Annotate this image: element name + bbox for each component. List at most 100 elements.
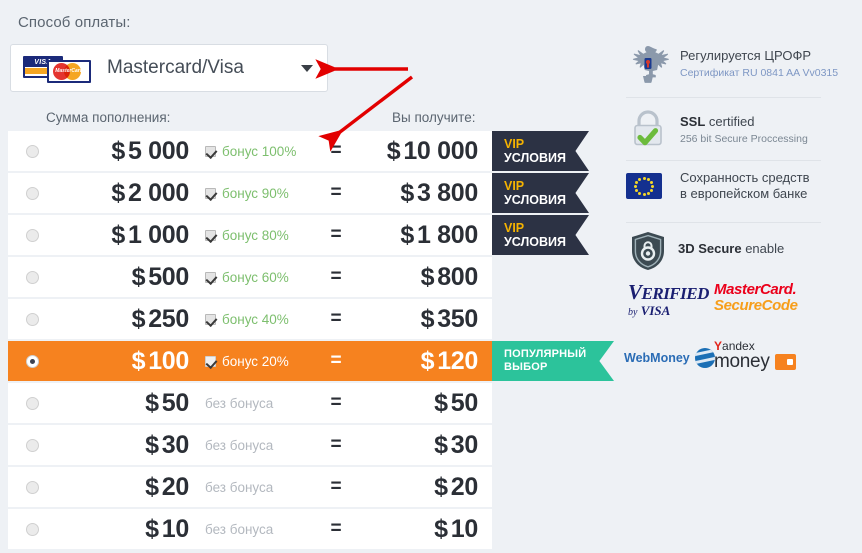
bonus-cell[interactable]: без бонуса	[191, 480, 316, 495]
trust-ssl-subtitle: 256 bit Secure Proccessing	[680, 133, 808, 145]
amount-radio-button[interactable]	[25, 270, 39, 284]
amount-row[interactable]: $10 без бонуса = $10	[8, 509, 492, 549]
total-received-value: 120	[437, 346, 478, 375]
radio-cell[interactable]	[8, 354, 56, 368]
equals-sign: =	[330, 392, 342, 413]
bonus-checkbox[interactable]	[205, 271, 216, 283]
bonus-cell[interactable]: бонус 60%	[191, 270, 316, 285]
total-received: $800	[356, 263, 492, 292]
amount-row[interactable]: $20 без бонуса = $20	[8, 467, 492, 507]
yandex-money-logo: Yandex money	[714, 340, 796, 372]
bonus-cell[interactable]: бонус 90%	[191, 186, 316, 201]
amount-row[interactable]: $1 000 бонус 80% = $1 800 VIP УСЛОВИЯ	[8, 215, 589, 255]
vbv-erified: ERIFIED	[641, 284, 710, 303]
amount-radio-button[interactable]	[25, 438, 39, 452]
deposit-amount-value: 5 000	[127, 136, 189, 165]
amount-radio-button[interactable]	[25, 228, 39, 242]
radio-cell[interactable]	[8, 312, 56, 326]
radio-cell[interactable]	[8, 270, 56, 284]
bonus-label: без бонуса	[205, 395, 274, 411]
radio-cell[interactable]	[8, 438, 56, 452]
radio-cell[interactable]	[8, 144, 56, 158]
radio-cell[interactable]	[8, 480, 56, 494]
bonus-checkbox[interactable]	[205, 313, 216, 325]
amount-row[interactable]: $500 бонус 60% = $800	[8, 257, 492, 297]
currency-symbol: $	[145, 514, 159, 543]
trust-item-regulator: Регулируется ЦРОФР Сертификат RU 0841 AA…	[626, 42, 838, 88]
radio-cell[interactable]	[8, 396, 56, 410]
amount-radio-button[interactable]	[25, 312, 39, 326]
card-brand-icons: VISA MasterCard	[21, 53, 93, 83]
amount-radio-button[interactable]	[25, 522, 39, 536]
currency-symbol: $	[386, 136, 401, 165]
amount-radio-button[interactable]	[25, 354, 39, 368]
total-received-value: 3 800	[416, 178, 478, 207]
badge-line-1: ПОПУЛЯРНЫЙ	[504, 348, 587, 360]
amount-row[interactable]: $30 без бонуса = $30	[8, 425, 492, 465]
total-received: $20	[356, 473, 492, 502]
badge-line-1: VIP	[504, 220, 525, 235]
amount-radio-button[interactable]	[25, 186, 39, 200]
total-received-value: 20	[450, 472, 479, 501]
equals-sign: =	[330, 182, 342, 203]
amount-row[interactable]: $2 000 бонус 90% = $3 800 VIP УСЛОВИЯ	[8, 173, 589, 213]
divider	[626, 222, 821, 223]
total-received-value: 10 000	[403, 136, 478, 165]
chevron-down-icon[interactable]	[301, 64, 313, 72]
wallet-icon	[774, 353, 796, 370]
deposit-amount-value: 10	[161, 514, 190, 543]
badge-line-2: УСЛОВИЯ	[504, 192, 566, 207]
mastercard-icon: MasterCard	[47, 60, 91, 83]
trust-item-eu-bank: Сохранность средств в европейском банке	[626, 170, 809, 202]
equals-sign: =	[330, 476, 342, 497]
deposit-amount-value: 2 000	[127, 178, 189, 207]
column-header-receive: Вы получите:	[392, 110, 476, 125]
radio-cell[interactable]	[8, 522, 56, 536]
payment-method-select[interactable]: VISA MasterCard Mastercard/Visa	[10, 44, 328, 92]
currency-symbol: $	[131, 304, 146, 333]
trust-ssl-title-bold: SSL	[680, 114, 706, 129]
bonus-cell[interactable]: без бонуса	[191, 396, 316, 411]
trust-bank-line2: в европейском банке	[680, 186, 808, 201]
padlock-check-icon	[626, 106, 670, 150]
bonus-checkbox[interactable]	[205, 355, 216, 367]
double-headed-eagle-crest-icon	[626, 42, 670, 88]
currency-symbol: $	[420, 262, 435, 291]
amount-row[interactable]: $250 бонус 40% = $350	[8, 299, 492, 339]
amount-row[interactable]: $50 без бонуса = $50	[8, 383, 492, 423]
currency-symbol: $	[420, 304, 435, 333]
bonus-cell[interactable]: без бонуса	[191, 522, 316, 537]
total-received: $1 800	[356, 221, 492, 250]
bonus-label: бонус 90%	[222, 185, 289, 201]
bonus-cell[interactable]: без бонуса	[191, 438, 316, 453]
amount-radio-button[interactable]	[25, 480, 39, 494]
bonus-checkbox[interactable]	[205, 187, 216, 199]
total-received: $30	[356, 431, 492, 460]
total-received: $10 000	[356, 137, 492, 166]
bonus-cell[interactable]: бонус 20%	[191, 354, 316, 369]
bonus-checkbox[interactable]	[205, 145, 216, 157]
currency-symbol: $	[434, 430, 448, 459]
equals-sign: =	[330, 224, 342, 245]
bonus-cell[interactable]: бонус 40%	[191, 312, 316, 327]
mastercard-securecode-logo: MasterCard. SecureCode	[714, 282, 798, 314]
bonus-cell[interactable]: бонус 80%	[191, 228, 316, 243]
bonus-checkbox[interactable]	[205, 229, 216, 241]
total-received-value: 800	[437, 262, 478, 291]
bonus-cell[interactable]: бонус 100%	[191, 144, 316, 159]
trust-regulator-title: Регулируется ЦРОФР	[680, 48, 811, 63]
currency-symbol: $	[111, 220, 125, 249]
radio-cell[interactable]	[8, 186, 56, 200]
amount-row[interactable]: $100 бонус 20% = $120 ПОПУЛЯРНЫЙ ВЫБОР	[8, 341, 614, 381]
bonus-label: бонус 60%	[222, 269, 289, 285]
badge-line-2: УСЛОВИЯ	[504, 150, 566, 165]
column-header-amount: Сумма пополнения:	[46, 110, 171, 125]
radio-cell[interactable]	[8, 228, 56, 242]
currency-symbol: $	[434, 514, 448, 543]
deposit-amount: $1 000	[56, 221, 191, 250]
amount-row[interactable]: $5 000 бонус 100% = $10 000 VIP УСЛОВИЯ	[8, 131, 589, 171]
deposit-amount: $5 000	[56, 137, 191, 166]
amount-radio-button[interactable]	[25, 396, 39, 410]
vip-badge: VIP УСЛОВИЯ	[492, 173, 589, 213]
amount-radio-button[interactable]	[25, 144, 39, 158]
